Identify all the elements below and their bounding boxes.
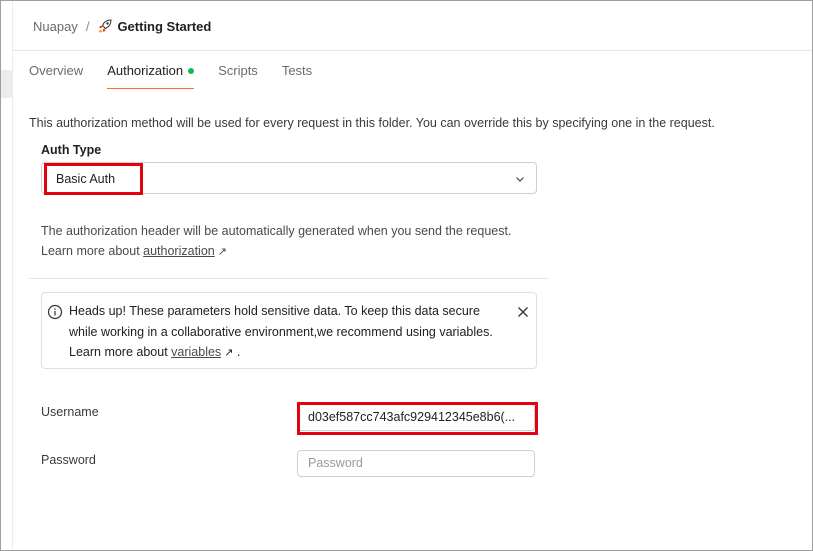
variables-link[interactable]: variables <box>171 345 221 359</box>
external-link-icon: ↗ <box>217 246 227 258</box>
close-icon[interactable] <box>516 305 530 319</box>
breadcrumb: Nuapay / Getting Started <box>33 18 211 34</box>
sidebar-active-marker <box>1 70 12 98</box>
left-sidebar-edge <box>1 1 13 550</box>
rocket-icon <box>97 18 113 34</box>
password-label: Password <box>41 453 96 467</box>
tab-tests[interactable]: Tests <box>282 63 312 89</box>
auth-description: This authorization method will be used f… <box>29 116 715 130</box>
notice-line-1: Heads up! These parameters hold sensitiv… <box>69 304 480 318</box>
notice-line-2: while working in a collaborative environ… <box>69 324 493 339</box>
auth-type-label: Auth Type <box>41 143 102 157</box>
authorization-link[interactable]: authorization <box>143 244 215 258</box>
learn-more-line: Learn more about authorization ↗ <box>41 241 511 262</box>
tab-scripts[interactable]: Scripts <box>218 63 258 89</box>
window-frame: Nuapay / Getting Started Overview Author… <box>0 0 813 551</box>
page-title: Getting Started <box>117 18 212 34</box>
info-icon <box>47 304 63 320</box>
tab-overview[interactable]: Overview <box>29 63 83 89</box>
tab-label: Tests <box>281 63 313 78</box>
username-label: Username <box>41 405 99 419</box>
breadcrumb-parent[interactable]: Nuapay <box>33 19 78 34</box>
tab-bar: Overview Authorization Scripts Tests <box>29 63 336 89</box>
notice-learn-more: Learn more about variables ↗ . <box>69 342 514 364</box>
auth-type-select[interactable]: Basic Auth <box>41 162 537 194</box>
password-field[interactable]: Password <box>297 450 535 477</box>
status-dot <box>188 67 195 74</box>
auth-header-info-line: The authorization header will be automat… <box>41 224 512 238</box>
username-field[interactable]: d03ef587cc743afc929412345e8b6(... <box>297 404 535 431</box>
auth-header-info: The authorization header will be automat… <box>41 221 511 262</box>
notice-text: Heads up! These parameters hold sensitiv… <box>69 301 514 364</box>
chevron-down-icon <box>514 172 526 184</box>
learn-more-prefix: Learn more about <box>69 345 172 359</box>
tab-label: Scripts <box>218 63 258 78</box>
tab-label: Authorization <box>107 63 184 78</box>
notice-suffix: . <box>233 345 241 359</box>
auth-type-value: Basic Auth <box>56 172 116 186</box>
learn-more-prefix: Learn more about <box>41 244 144 258</box>
sensitive-data-notice: Heads up! These parameters hold sensitiv… <box>41 292 537 369</box>
breadcrumb-separator: / <box>85 18 90 34</box>
section-divider <box>29 278 549 279</box>
header: Nuapay / Getting Started <box>13 1 812 51</box>
tab-label: Overview <box>29 63 84 78</box>
tab-authorization[interactable]: Authorization <box>107 63 195 89</box>
